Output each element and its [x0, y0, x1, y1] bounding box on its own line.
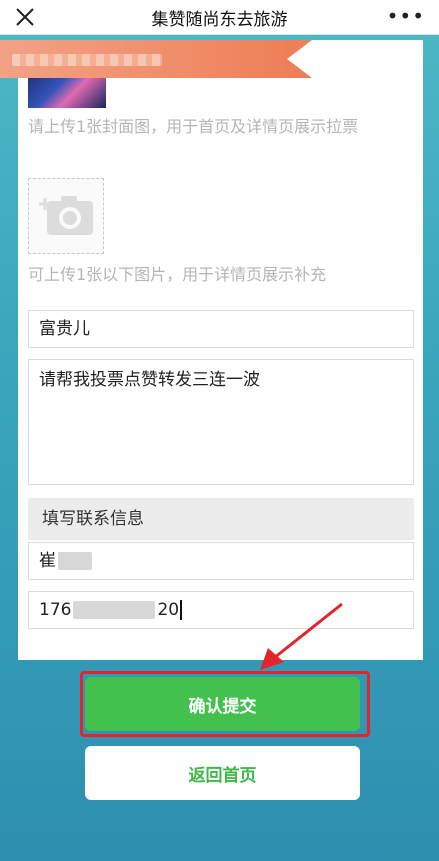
masked-digits: [73, 601, 156, 619]
title-bar: 集赞随尚东去旅游 •••: [0, 0, 439, 35]
extra-image-hint: 可上传1张以下图片，用于详情页展示补充: [28, 265, 327, 284]
name-input[interactable]: 富贵儿: [28, 310, 414, 348]
submit-button[interactable]: 确认提交: [85, 677, 360, 731]
more-icon[interactable]: •••: [387, 6, 425, 26]
close-icon[interactable]: [14, 6, 36, 28]
image-upload-button[interactable]: [28, 178, 104, 254]
contact-name-input[interactable]: 崔: [28, 542, 414, 580]
phone-prefix: 176: [39, 600, 72, 620]
contact-name-value: 崔: [39, 551, 56, 571]
phone-input[interactable]: 176 20: [28, 591, 414, 629]
contact-section-header: 填写联系信息: [28, 498, 414, 540]
camera-add-icon: [39, 196, 93, 235]
back-home-button[interactable]: 返回首页: [85, 746, 360, 800]
message-textarea[interactable]: 请帮我投票点赞转发三连一波: [28, 359, 414, 485]
orange-banner: [0, 40, 312, 78]
blurred-banner-text: [12, 54, 162, 66]
form-card: 请上传1张封面图，用于首页及详情页展示拉票 可上传1张以下图片，用于详情页展示补…: [18, 40, 423, 660]
red-arrow-annotation: [260, 602, 343, 670]
page-title: 集赞随尚东去旅游: [151, 9, 288, 30]
cover-upload-hint: 请上传1张封面图，用于首页及详情页展示拉票: [28, 117, 359, 136]
masked-text: [58, 552, 92, 570]
text-cursor: [180, 600, 183, 620]
phone-suffix: 20: [157, 600, 180, 620]
